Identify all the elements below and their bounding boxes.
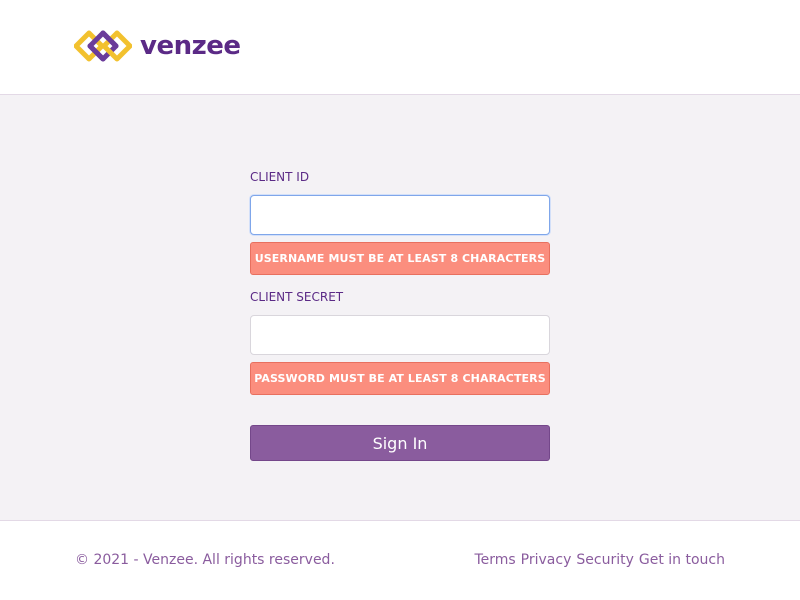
client-secret-input[interactable] — [250, 315, 550, 355]
footer-link-security[interactable]: Security — [576, 551, 634, 569]
footer-link-terms[interactable]: Terms — [474, 551, 515, 569]
footer-links: Terms Privacy Security Get in touch — [474, 551, 725, 569]
client-id-input[interactable] — [250, 195, 550, 235]
client-id-error: USERNAME MUST BE AT LEAST 8 CHARACTERS — [250, 242, 550, 275]
footer-link-privacy[interactable]: Privacy — [521, 551, 572, 569]
client-secret-group: CLIENT SECRET PASSWORD MUST BE AT LEAST … — [250, 290, 550, 410]
client-id-group: CLIENT ID USERNAME MUST BE AT LEAST 8 CH… — [250, 170, 550, 290]
brand-logo[interactable]: venzee — [74, 28, 241, 64]
client-secret-error: PASSWORD MUST BE AT LEAST 8 CHARACTERS — [250, 362, 550, 395]
footer-link-get-in-touch[interactable]: Get in touch — [639, 551, 725, 569]
footer: © 2021 - Venzee. All rights reserved. Te… — [0, 520, 800, 600]
client-secret-label: CLIENT SECRET — [250, 290, 344, 304]
venzee-logo-icon — [74, 30, 132, 62]
header: venzee — [0, 0, 800, 95]
sign-in-button[interactable]: Sign In — [250, 425, 550, 461]
main-content: CLIENT ID USERNAME MUST BE AT LEAST 8 CH… — [0, 95, 800, 520]
client-id-label: CLIENT ID — [250, 170, 310, 184]
brand-name: venzee — [140, 31, 241, 61]
copyright-text: © 2021 - Venzee. All rights reserved. — [75, 552, 335, 568]
login-form: CLIENT ID USERNAME MUST BE AT LEAST 8 CH… — [250, 170, 550, 461]
